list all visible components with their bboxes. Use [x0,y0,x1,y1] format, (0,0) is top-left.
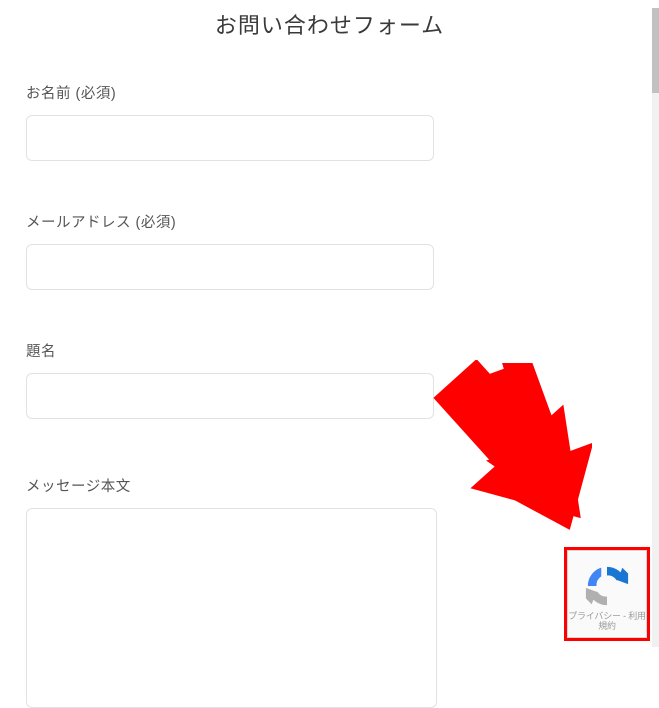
email-label: メールアドレス (必須) [26,211,633,232]
name-field-group: お名前 (必須) [26,82,633,161]
scrollbar-thumb[interactable] [652,8,659,93]
subject-field-group: 題名 [26,340,633,419]
email-field-group: メールアドレス (必須) [26,211,633,290]
page-title: お問い合わせフォーム [26,8,633,40]
subject-input[interactable] [26,373,434,419]
recaptcha-footer-text: プライバシー - 利用規約 [568,611,646,632]
email-input[interactable] [26,244,434,290]
recaptcha-logo-icon [584,563,630,609]
message-field-group: メッセージ本文 [26,475,633,708]
message-label: メッセージ本文 [26,475,633,496]
recaptcha-badge[interactable]: プライバシー - 利用規約 [567,550,647,638]
name-label: お名前 (必須) [26,82,633,103]
name-input[interactable] [26,115,434,161]
contact-form-page: お問い合わせフォーム お名前 (必須) メールアドレス (必須) 題名 メッセー… [0,8,659,708]
recaptcha-highlight-box: プライバシー - 利用規約 [564,547,650,641]
subject-label: 題名 [26,340,633,361]
message-textarea[interactable] [26,508,437,708]
scrollbar-track[interactable] [652,8,659,647]
